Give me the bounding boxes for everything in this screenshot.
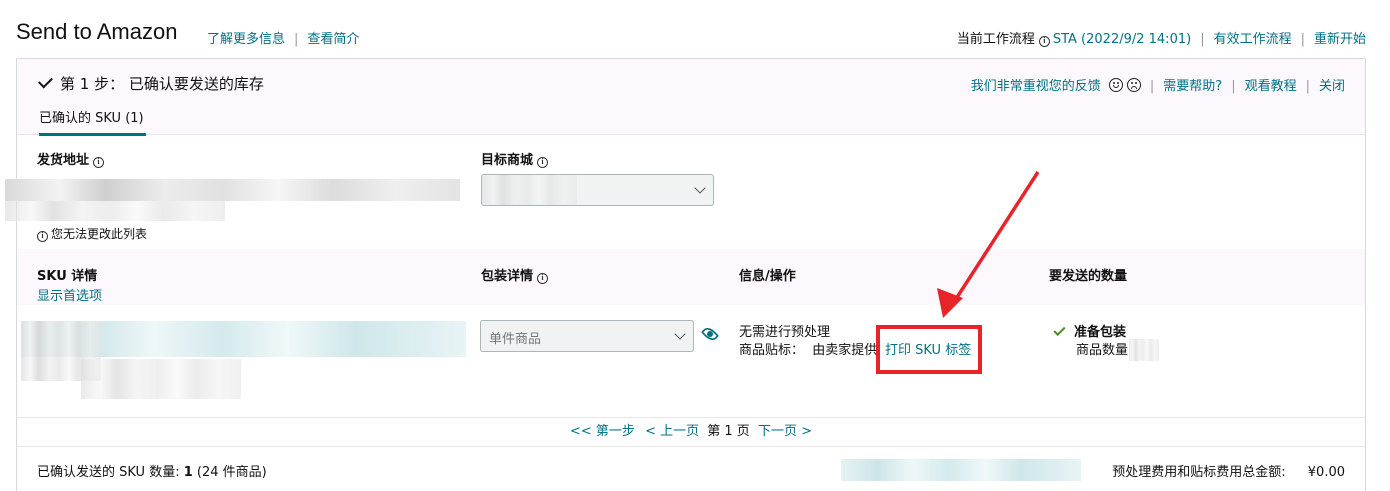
annotation-arrow (937, 171, 1040, 318)
